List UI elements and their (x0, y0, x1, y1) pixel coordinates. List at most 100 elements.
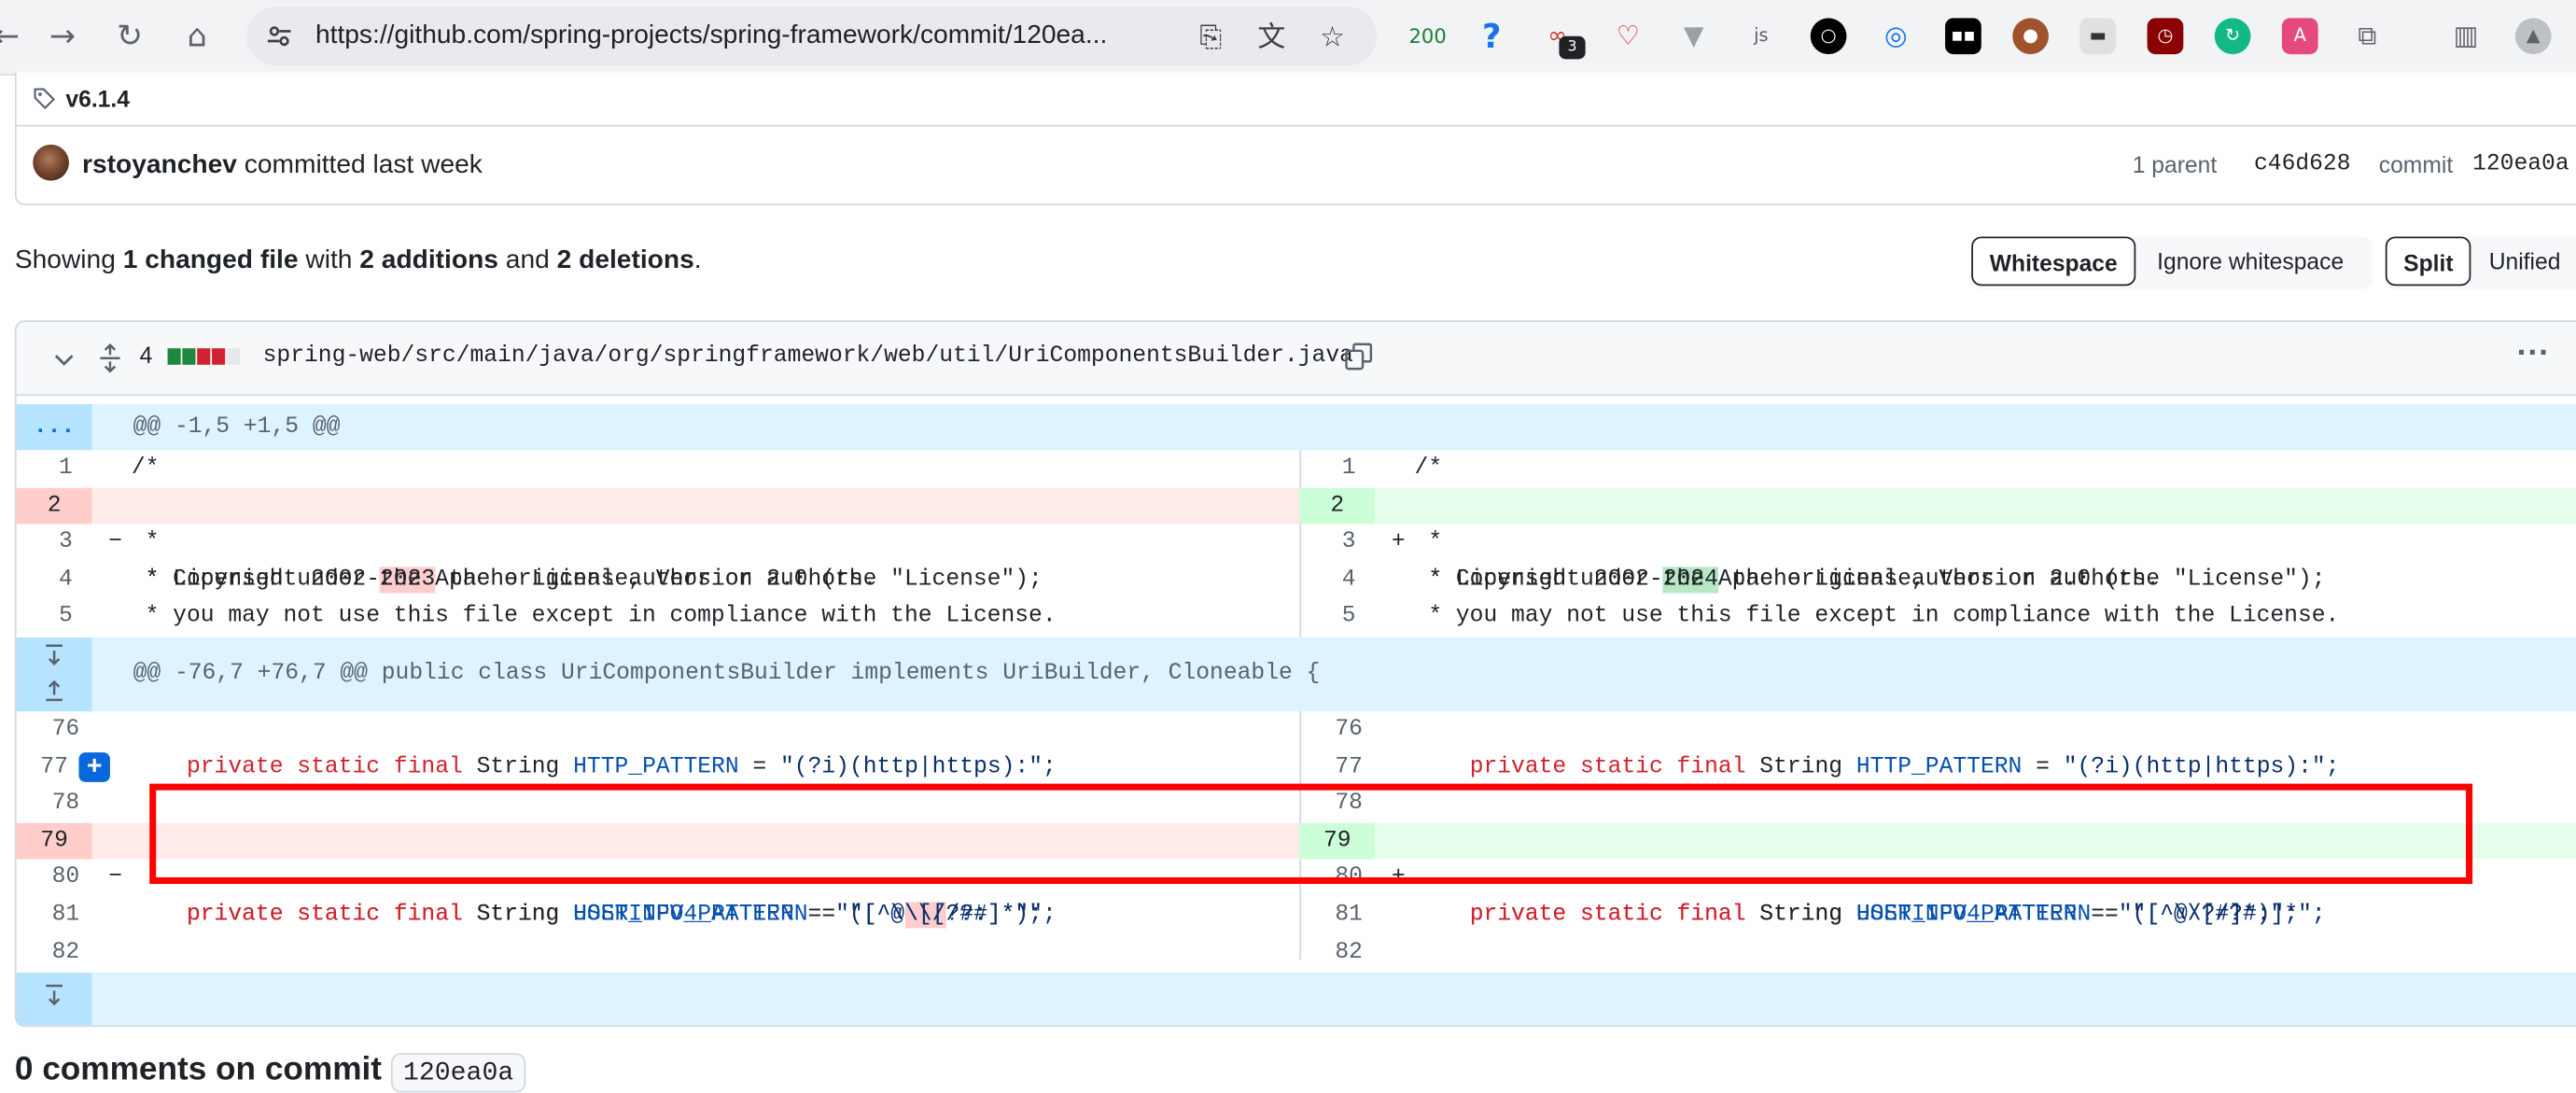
commit-label: commit (2378, 150, 2454, 178)
right-line-number[interactable]: 76 (1299, 711, 1398, 749)
left-line-number[interactable]: 80 (17, 860, 116, 897)
right-code: * Licensed under the Apache License, Ver… (1414, 566, 2326, 594)
cookie-extension-icon[interactable]: ● (2012, 18, 2049, 55)
comments-commit-sha: 120ea0a (391, 1053, 525, 1093)
right-code: * you may not use this file except in co… (1414, 603, 2340, 630)
side-panel-icon[interactable]: ▥ (2448, 18, 2485, 54)
right-line-number[interactable]: 3 (1299, 525, 1398, 562)
unified-view-button[interactable]: Unified (2472, 236, 2576, 287)
nodejs-extension-icon[interactable]: js (1743, 18, 1780, 54)
mask-extension-icon[interactable]: ▬ (2079, 18, 2117, 55)
file-header: 4 spring-web/src/main/java/org/springfra… (16, 321, 2576, 397)
translate-extension-icon[interactable]: A (2281, 18, 2318, 55)
tag-name[interactable]: v6.1.4 (65, 86, 130, 112)
hunk-expander (16, 973, 92, 1026)
left-line-number[interactable]: 3 (17, 525, 116, 562)
right-line-number[interactable]: 81 (1299, 897, 1398, 934)
author-name[interactable]: rstoyanchev (82, 151, 237, 179)
left-line-number[interactable]: 79 (16, 822, 92, 861)
annotation-highlight-box (149, 783, 2473, 884)
left-code: private static final String HTTP_PATTERN… (186, 753, 1057, 780)
ignore-whitespace-button[interactable]: Ignore whitespace (2140, 236, 2360, 287)
expand-up-button[interactable]: ... (16, 404, 92, 451)
file-options-icon[interactable]: ··· (2517, 335, 2550, 372)
vue-extension-icon[interactable]: ▼ (1675, 18, 1712, 54)
comments-heading: 0 comments on commit 120ea0a (14, 1051, 525, 1093)
left-line-number[interactable]: 4 (17, 562, 116, 599)
left-line-number[interactable]: 82 (17, 934, 116, 972)
diff-row: 82 82 (17, 934, 2576, 972)
diffstat-neutral-block (226, 348, 240, 365)
file-diff: 4 spring-web/src/main/java/org/springfra… (14, 320, 2576, 1028)
parent-label: 1 parent (2132, 150, 2218, 178)
hunk-text: @@ -76,7 +76,7 @@ public class UriCompon… (91, 637, 2576, 712)
right-line-number[interactable]: 2 (1299, 487, 1376, 525)
left-deletion: − * Copyright 2002-2023 the original aut… (91, 487, 1300, 594)
expand-down-icon[interactable] (41, 642, 67, 668)
hunk-footer (16, 973, 2576, 1026)
sync-extension-icon[interactable]: ↻ (2214, 18, 2251, 55)
hunk-footer-bg (91, 973, 2576, 1026)
summary-and: and (505, 246, 550, 274)
add-comment-button[interactable]: + (78, 751, 110, 782)
privacy-extension-icon[interactable]: ◎ (1878, 18, 1914, 54)
parent-sha[interactable]: c46d628 (2254, 151, 2351, 177)
left-line-number[interactable]: 76 (17, 711, 116, 749)
tab-extension-icon[interactable]: ▪▪ (1945, 18, 1981, 55)
forward-icon[interactable]: → (43, 17, 82, 56)
summary-showing: Showing (14, 246, 116, 274)
hunk-header: @@ -76,7 +76,7 @@ public class UriCompon… (16, 637, 2576, 712)
help-extension-icon[interactable]: ? (1474, 18, 1510, 54)
circle-extension-icon[interactable]: ○ (1810, 18, 1847, 55)
reload-icon[interactable]: ↻ (110, 17, 149, 56)
copy-icon[interactable] (1344, 342, 1374, 371)
author-avatar[interactable] (33, 144, 69, 181)
left-code: * (131, 529, 160, 556)
diff-row: 1 /* 1 /* (17, 450, 2576, 487)
left-line-number[interactable]: 5 (17, 598, 116, 636)
hunk-header: ... @@ -1,5 +1,5 @@ (16, 404, 2576, 451)
right-code: private static final String HTTP_PATTERN… (1469, 753, 2340, 780)
right-line-number[interactable]: 4 (1299, 562, 1398, 599)
whitespace-button[interactable]: Whitespace (1971, 236, 2136, 287)
expand-all-icon[interactable] (97, 343, 123, 373)
comments-heading-text: 0 comments on commit (14, 1051, 383, 1088)
diff-row: 81 private static final String HOST_IPV4… (17, 897, 2576, 934)
right-line-number[interactable]: 77 (1299, 749, 1398, 786)
address-bar[interactable]: https://github.com/spring-projects/sprin… (246, 7, 1378, 66)
site-settings-icon[interactable] (266, 23, 292, 49)
left-line-number[interactable]: 1 (17, 450, 116, 487)
left-code: * you may not use this file except in co… (131, 603, 1057, 630)
extension-counter[interactable]: 200 (1407, 18, 1449, 54)
tag-row[interactable]: v6.1.4 (33, 82, 130, 115)
chevron-down-icon[interactable] (52, 348, 76, 371)
heart-extension-icon[interactable]: ♡ (1610, 18, 1646, 54)
expand-down-icon[interactable] (41, 983, 67, 1009)
timer-extension-icon[interactable]: ◷ (2147, 18, 2184, 55)
left-line-number[interactable]: 2 (16, 487, 92, 525)
profile-avatar-icon[interactable]: ▲ (2514, 18, 2552, 55)
bookmark-star-icon[interactable]: ☆ (1316, 21, 1349, 54)
right-line-number[interactable]: 5 (1299, 598, 1398, 636)
commit-header: v6.1.4 rstoyanchev committed last week 1… (14, 72, 2576, 206)
right-line-number[interactable]: 1 (1299, 450, 1398, 487)
diff-row-changed: 2 − * Copyright 2002-2023 the original a… (16, 487, 2576, 594)
install-app-icon[interactable]: ⎘ (1195, 21, 1227, 54)
left-line-number[interactable]: 78 (17, 786, 116, 823)
right-line-number[interactable]: 82 (1299, 934, 1398, 972)
diffstat-add-block (167, 348, 181, 365)
home-icon[interactable]: ⌂ (177, 17, 217, 56)
puzzle-extensions-icon[interactable]: ⧉ (2349, 18, 2386, 54)
diff-row: 3 * 3 * (17, 525, 2576, 562)
back-icon[interactable]: ← (0, 17, 26, 56)
summary-with: with (305, 246, 353, 274)
file-path[interactable]: spring-web/src/main/java/org/springframe… (263, 343, 1353, 370)
left-line-number[interactable]: 81 (17, 897, 116, 934)
committed-text: committed last week (244, 150, 483, 179)
right-code: /* (1414, 455, 1443, 482)
diffstat-add-block (182, 348, 196, 365)
expand-up-icon[interactable] (41, 677, 67, 703)
translate-icon[interactable]: 文 (1255, 21, 1288, 54)
split-view-button[interactable]: Split (2385, 236, 2471, 287)
url-text[interactable]: https://github.com/spring-projects/sprin… (315, 21, 1107, 51)
